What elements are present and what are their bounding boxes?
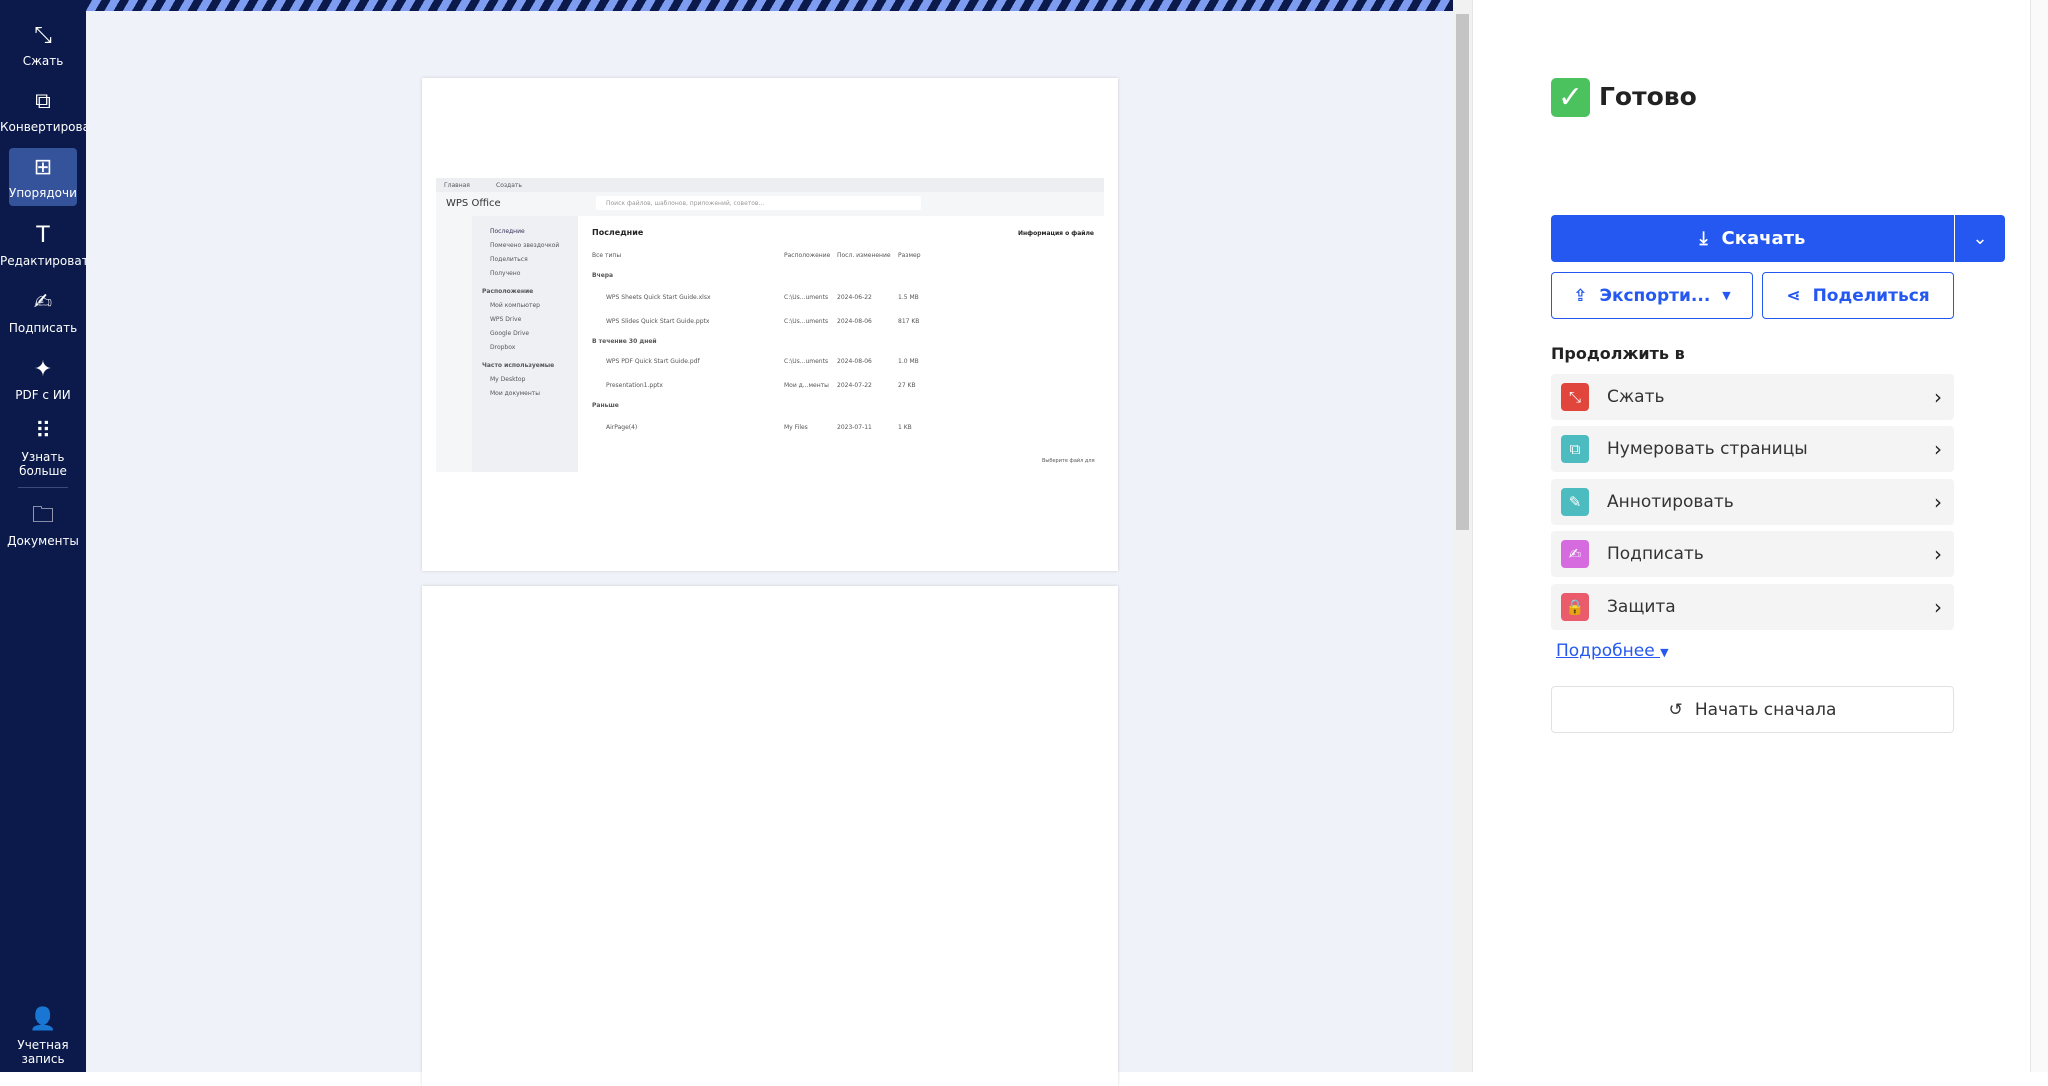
organize-icon: ⊞ [33, 155, 53, 180]
chevron-right-icon: › [1934, 490, 1942, 514]
convert-icon: ⧉ [35, 89, 51, 114]
export-button[interactable]: ⇪ Экспорти... ▼ [1551, 272, 1753, 319]
sidebar-item-convert[interactable]: ⧉Конвертировать [0, 88, 86, 134]
download-icon: ⤓ [1699, 228, 1708, 249]
text-icon: T [36, 223, 50, 248]
tool-sign[interactable]: ✍ Подписать › [1551, 531, 1954, 577]
compress-icon: ⤡ [1561, 383, 1589, 411]
continue-heading: Продолжить в [1551, 344, 1685, 363]
chevron-right-icon: › [1934, 437, 1942, 461]
signature-icon: ✍ [1561, 540, 1589, 568]
tool-compress[interactable]: ⤡ Сжать › [1551, 374, 1954, 420]
check-icon: ✓ [1551, 78, 1590, 117]
chevron-right-icon: › [1934, 542, 1942, 566]
sidebar-item-compress[interactable]: ⤡ Сжать [0, 22, 86, 68]
folder-icon: 🗀 [31, 503, 54, 528]
sidebar-item-account[interactable]: 👤 Учетная запись [0, 1006, 86, 1066]
tool-annotate[interactable]: ✎ Аннотировать › [1551, 479, 1954, 525]
status-title: Готово [1599, 82, 1697, 111]
chevron-right-icon: › [1934, 385, 1942, 409]
sidebar-item-more[interactable]: ⠿ Узнать больше [0, 418, 86, 478]
download-button[interactable]: ⤓ Скачать [1551, 215, 1954, 262]
sidebar-item-sign[interactable]: ✍ Подписать [0, 289, 86, 335]
page-1-thumbnail[interactable]: Главная Создать WPS Office Поиск файлов,… [422, 78, 1118, 571]
sidebar-item-ai[interactable]: ✦ PDF с ИИ [0, 356, 86, 402]
progress-stripe [86, 0, 1453, 11]
lock-icon: 🔒 [1561, 593, 1589, 621]
chevron-right-icon: › [1934, 595, 1942, 619]
embedded-screenshot: Главная Создать WPS Office Поиск файлов,… [436, 178, 1104, 472]
sidebar-item-documents[interactable]: 🗀 Документы [0, 502, 86, 548]
viewer-scrollbar[interactable] [1453, 0, 1472, 1072]
share-icon: ⋖ [1786, 285, 1801, 306]
sidebar-divider [18, 487, 68, 488]
sidebar-item-organize[interactable]: ⊞Упорядочить [9, 148, 77, 206]
document-viewer: Главная Создать WPS Office Поиск файлов,… [86, 0, 1453, 1086]
caret-down-icon: ▼ [1660, 646, 1669, 659]
page-2-thumbnail[interactable] [422, 586, 1118, 1086]
more-link[interactable]: Подробнее ▼ [1556, 641, 1669, 661]
export-icon: ⇪ [1573, 285, 1588, 306]
grid-icon: ⠿ [34, 419, 52, 444]
restart-button[interactable]: ↺ Начать сначала [1551, 686, 1954, 733]
restart-icon: ↺ [1668, 699, 1683, 720]
compress-icon: ⤡ [34, 23, 52, 48]
signature-icon: ✍ [33, 290, 53, 315]
download-options-button[interactable]: ⌄ [1955, 215, 2005, 262]
tool-protect[interactable]: 🔒 Защита › [1551, 584, 1954, 630]
tool-page-numbers[interactable]: ⧉ Нумеровать страницы › [1551, 426, 1954, 472]
pencil-icon: ✎ [1561, 488, 1589, 516]
chevron-down-icon: ⌄ [1972, 228, 1988, 249]
scrollbar-thumb[interactable] [1456, 14, 1469, 530]
user-icon: 👤 [29, 1007, 57, 1032]
share-button[interactable]: ⋖ Поделиться [1762, 272, 1954, 319]
sidebar: ⤡Сжать ⧉Конвертировать ⊞Упорядочить TРед… [0, 0, 86, 1072]
caret-down-icon: ▼ [1722, 289, 1731, 302]
panel-scrollbar[interactable] [2030, 0, 2048, 1072]
result-panel: ✓ Готово ⤓ Скачать ⌄ ⇪ Экспорти... ▼ ⋖ Подел… [1472, 0, 2048, 1072]
page-numbers-icon: ⧉ [1561, 435, 1589, 463]
sparkle-icon: ✦ [33, 357, 53, 382]
sidebar-item-edit[interactable]: TРедактировать [0, 222, 86, 268]
